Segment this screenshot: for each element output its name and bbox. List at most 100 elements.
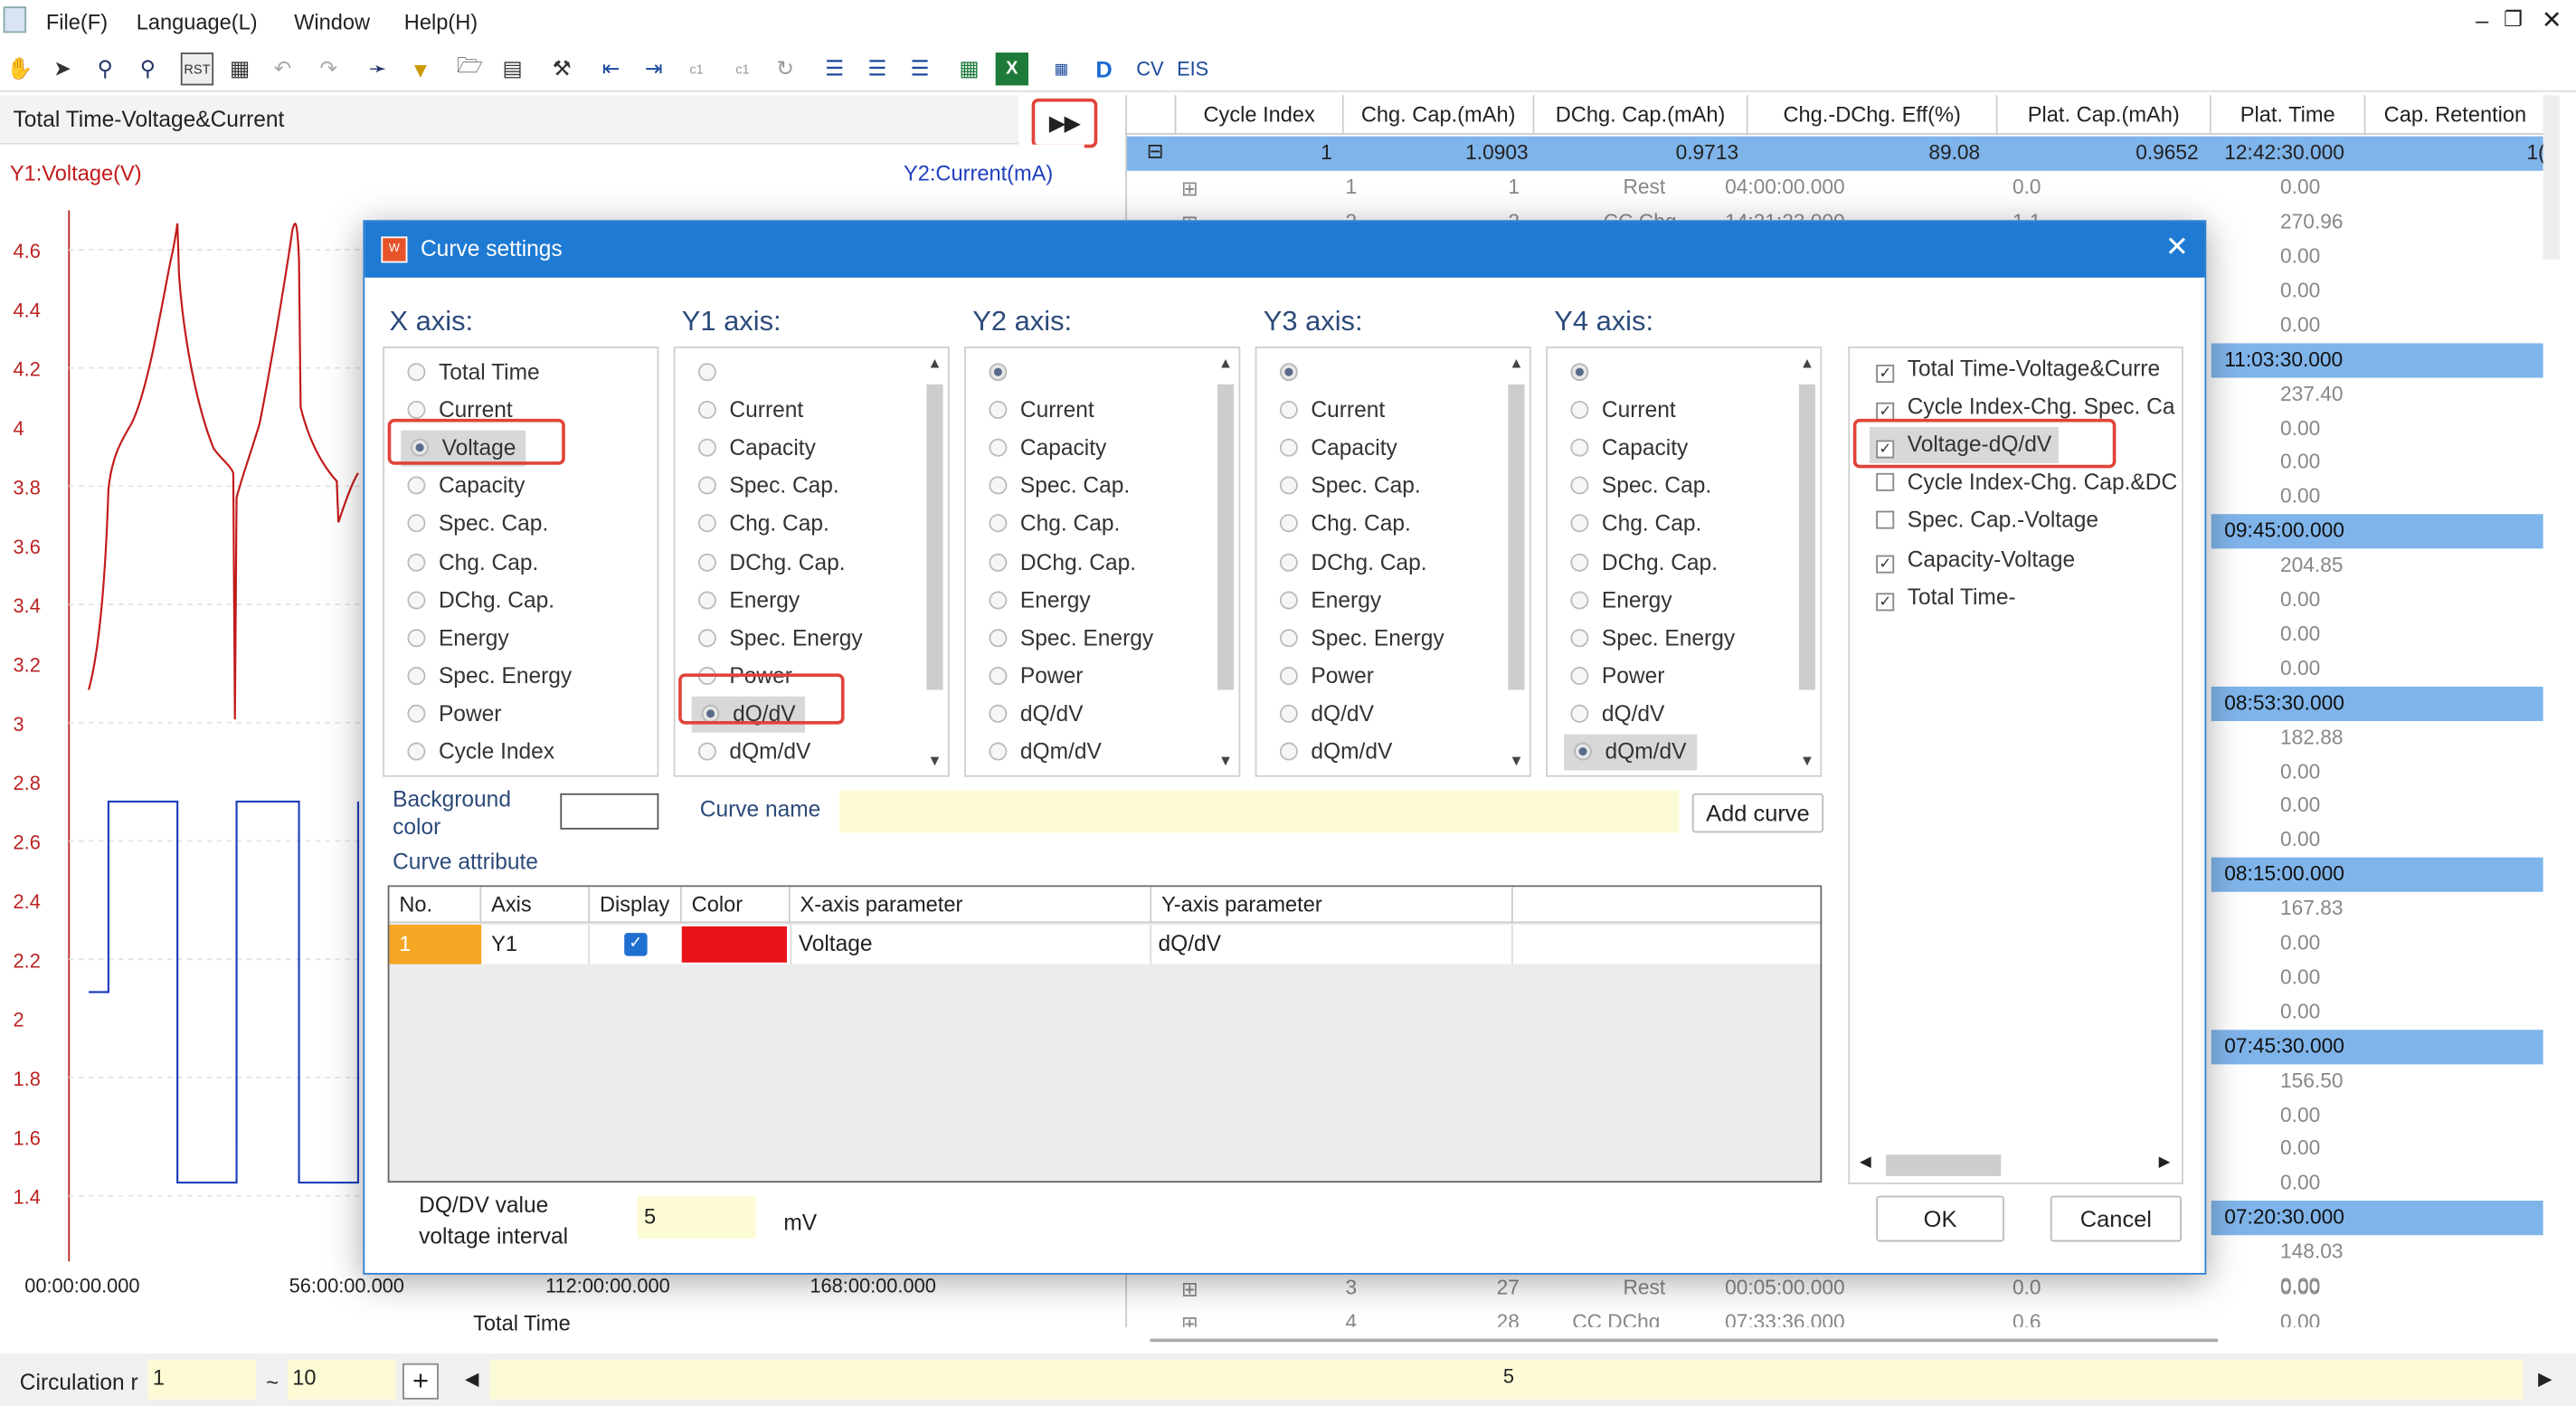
list-item[interactable]: Capacity — [697, 431, 816, 467]
radio-icon[interactable] — [697, 401, 716, 420]
list-summary-icon[interactable]: ☰ — [904, 52, 936, 85]
list-item[interactable]: dQ/dV — [1570, 697, 1664, 733]
reset-icon[interactable]: RST — [180, 52, 214, 86]
dialog-close-icon[interactable]: ✕ — [2165, 232, 2189, 264]
list-item[interactable] — [1279, 355, 1312, 391]
table-horizontal-scrollbar[interactable] — [1150, 1338, 2219, 1343]
radio-icon[interactable] — [1574, 742, 1592, 761]
list-item[interactable]: Total Time — [407, 355, 540, 391]
radio-icon[interactable] — [1279, 514, 1298, 533]
line-tool-icon[interactable]: ➛ — [362, 52, 394, 85]
list-item[interactable]: Energy — [407, 621, 509, 657]
list-item[interactable]: Power — [1570, 659, 1664, 695]
radio-icon[interactable] — [1570, 628, 1589, 647]
table-row[interactable]: 0.00 — [2178, 617, 2375, 651]
cycle-next-icon[interactable]: c1 — [726, 52, 759, 85]
list-detail-icon[interactable]: ☰ — [861, 52, 894, 85]
list-scrollbar[interactable]: ▲ ▼ — [925, 355, 945, 772]
refresh-icon[interactable]: ↻ — [769, 52, 801, 85]
list-item[interactable]: Capacity — [1570, 431, 1688, 467]
scroll-right-icon[interactable]: ▶ — [2538, 1368, 2552, 1390]
table-row[interactable]: ⊞ 3 27 Rest 00:05:00.000 0.0 0.00 — [1127, 1271, 2543, 1306]
radio-icon[interactable] — [697, 628, 716, 647]
list-item[interactable]: DChg. Cap. — [407, 583, 554, 619]
cycle-prev-icon[interactable]: c1 — [680, 52, 713, 85]
list-item[interactable]: Energy — [1279, 583, 1381, 619]
table-row[interactable]: ⊟ 1 1.0903 0.9713 89.08 0.9652 12:42:30.… — [1126, 136, 2545, 171]
list-item[interactable]: dQm/dV — [697, 734, 810, 770]
list-item[interactable]: Q0dV/dQ — [989, 772, 1113, 774]
forward-icon[interactable]: ⇥ — [638, 52, 670, 85]
table-row[interactable]: 204.85 — [2178, 549, 2375, 584]
open-folder-icon[interactable]: 🗁 — [453, 52, 486, 85]
list-item[interactable]: dQm/dV — [989, 734, 1102, 770]
table-row[interactable]: 0.00 — [2178, 1098, 2375, 1133]
list-item[interactable] — [697, 355, 730, 391]
menu-language[interactable]: Language(L) — [137, 10, 258, 34]
filter-icon[interactable]: ▼ — [404, 52, 437, 85]
table-row[interactable]: 0.00 — [2178, 583, 2375, 617]
dqdv-interval-input[interactable]: 5 — [637, 1195, 756, 1239]
list-item[interactable]: DChg. Cap. — [1570, 545, 1718, 581]
radio-icon[interactable] — [697, 363, 716, 382]
curve-list-item[interactable]: ✓ Total Time-Voltage&Curre — [1876, 351, 2160, 387]
zoom-region-icon[interactable]: ⚲ — [89, 52, 121, 85]
curve-list-item[interactable]: ✓ Capacity-Voltage — [1876, 541, 2075, 577]
pointer-icon[interactable]: ➤ — [46, 52, 79, 85]
list-item[interactable]: DChg. Cap. — [697, 545, 846, 581]
radio-icon[interactable] — [1279, 477, 1298, 495]
dq-icon[interactable]: ▦ — [1045, 52, 1077, 85]
table-row[interactable]: 0.00 — [2178, 480, 2375, 515]
list-item[interactable]: Spec. Energy — [407, 659, 572, 695]
radio-icon[interactable] — [989, 666, 1008, 685]
table-row[interactable]: 07:20:30.000 — [2211, 1201, 2543, 1236]
grid-cell-color[interactable] — [681, 926, 788, 963]
back-icon[interactable]: ⇤ — [595, 52, 628, 85]
curve-list-item[interactable]: Spec. Cap.-Voltage — [1876, 503, 2098, 539]
list-item[interactable] — [1570, 355, 1602, 391]
list-item[interactable]: Energy — [1570, 583, 1672, 619]
list-item[interactable]: Cycle Index — [407, 734, 554, 770]
radio-icon[interactable] — [1279, 590, 1298, 609]
list-item[interactable]: Power — [989, 659, 1083, 695]
list-item[interactable]: Chg. Cap. — [407, 545, 538, 581]
scroll-left-icon[interactable]: ◀ — [465, 1368, 478, 1390]
list-item[interactable]: Capacity — [1279, 431, 1397, 467]
radio-icon[interactable] — [1570, 439, 1589, 458]
radio-icon[interactable] — [697, 439, 716, 458]
cycle-from-input[interactable]: 1 — [147, 1360, 257, 1400]
table-row[interactable]: 0.00 — [2178, 1166, 2375, 1201]
table-row[interactable]: 09:45:00.000 — [2211, 514, 2543, 549]
table-header-plat-time[interactable]: Plat. Time — [2211, 95, 2366, 135]
list-item[interactable]: Spec. Cap. — [1570, 469, 1711, 505]
radio-icon[interactable] — [1570, 552, 1589, 571]
table-row[interactable]: 11:03:30.000 — [2211, 342, 2543, 377]
list-item[interactable]: Q0dV/dQ — [1280, 772, 1404, 774]
curve-checkbox[interactable]: ✓ — [1876, 402, 1895, 421]
list-item[interactable]: Chg. Cap. — [1279, 507, 1411, 543]
list-item[interactable]: Spec. Energy — [989, 621, 1153, 657]
radio-icon[interactable] — [697, 742, 716, 761]
list-scrollbar[interactable]: ▲ ▼ — [1216, 355, 1236, 772]
list-item[interactable]: Spec. Cap. — [697, 469, 839, 505]
radio-icon[interactable] — [1570, 514, 1589, 533]
radio-icon[interactable] — [697, 514, 716, 533]
radio-icon[interactable] — [989, 477, 1008, 495]
radio-icon[interactable] — [697, 590, 716, 609]
radio-icon[interactable] — [1279, 401, 1298, 420]
table-row[interactable]: 08:15:00.000 — [2211, 857, 2543, 893]
radio-icon[interactable] — [1279, 363, 1298, 382]
list-item[interactable]: Capacity — [989, 431, 1106, 467]
radio-icon[interactable] — [697, 552, 716, 571]
expand-icon[interactable]: ⊞ — [1181, 1277, 1198, 1300]
radio-icon[interactable] — [1279, 552, 1298, 571]
zoom-icon[interactable]: ⚲ — [131, 52, 164, 85]
expand-panel-button[interactable]: ▶▶ — [1031, 98, 1098, 148]
curve-list-hscroll[interactable]: ◀ ▶ — [1860, 1150, 2172, 1183]
expand-icon[interactable]: ⊞ — [1181, 176, 1198, 200]
table-row[interactable]: 0.00 — [2178, 961, 2375, 995]
list-item[interactable]: Power — [407, 697, 501, 733]
export-icon[interactable]: ▤ — [497, 52, 529, 85]
close-icon[interactable]: ✕ — [2542, 5, 2562, 34]
table-row[interactable]: 1 Y1 ✓ Voltage dQ/dV — [389, 925, 1821, 964]
